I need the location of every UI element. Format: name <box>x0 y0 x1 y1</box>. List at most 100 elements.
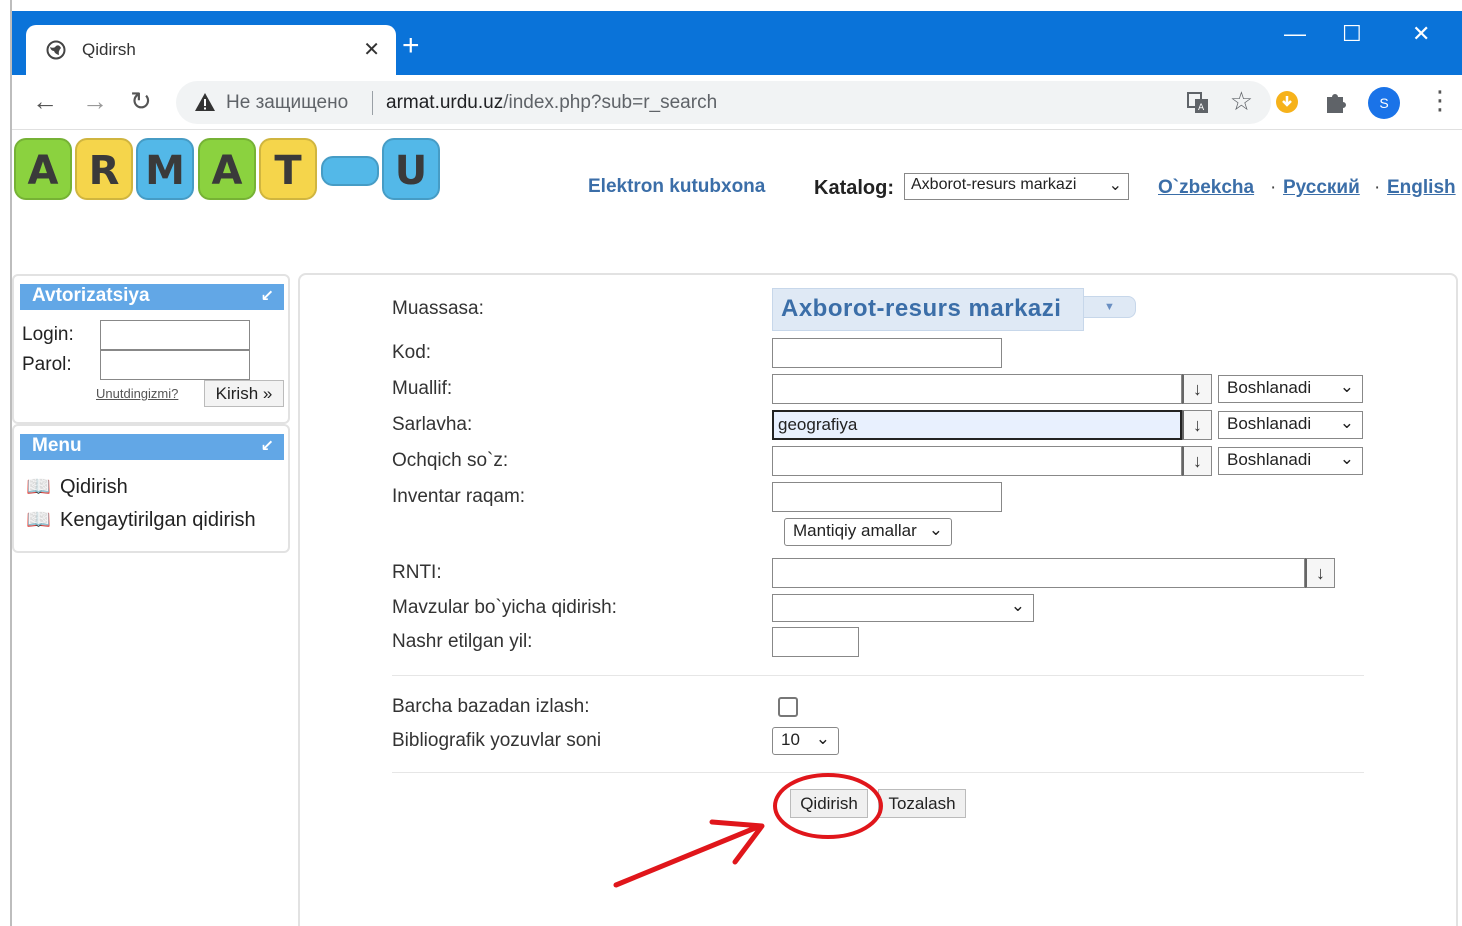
sarlavha-index-button[interactable]: ↓ <box>1182 410 1212 440</box>
chevron-down-icon: ⌄ <box>815 729 830 748</box>
login-input[interactable] <box>100 320 250 350</box>
logo-tile-u: U <box>382 138 440 200</box>
translate-icon[interactable]: A <box>1187 92 1209 114</box>
nashr-year-input[interactable] <box>772 627 859 657</box>
rnti-label: RNTI: <box>392 562 442 583</box>
browser-menu-icon[interactable]: ⋮ <box>1427 85 1453 116</box>
muallif-label: Muallif: <box>392 378 453 399</box>
collapse-icon[interactable]: ↙ <box>261 436 274 456</box>
browser-toolbar: ← → ↻ Не защищено armat.urdu.uz/index.ph… <box>12 75 1462 130</box>
clear-button[interactable]: Tozalash <box>878 789 966 818</box>
divider <box>392 675 1364 676</box>
address-bar[interactable]: Не защищено armat.urdu.uz/index.php?sub=… <box>176 81 1271 124</box>
mavzular-select[interactable]: ⌄ <box>772 594 1034 622</box>
window-left-edge <box>0 0 12 926</box>
browser-window: Qidirsh ✕ + — ☐ ✕ ← → ↻ Не защищено arma… <box>0 0 1462 926</box>
kod-input[interactable] <box>772 338 1002 368</box>
chevron-down-icon: ⌄ <box>1010 596 1025 615</box>
forgot-password-link[interactable]: Unutdingizmi? <box>96 386 178 401</box>
maximize-icon[interactable]: ☐ <box>1342 21 1362 47</box>
ochqich-mode-select[interactable]: Boshlanadi ⌄ <box>1218 447 1363 475</box>
globe-icon <box>46 40 66 60</box>
close-tab-icon[interactable]: ✕ <box>363 37 380 62</box>
insecure-label: Не защищено <box>226 92 349 113</box>
address-divider <box>372 91 373 115</box>
muassasa-dropdown-icon[interactable]: ▼ <box>1083 296 1136 318</box>
bookmark-star-icon[interactable]: ☆ <box>1230 86 1253 117</box>
lang-uzbek-link[interactable]: O`zbekcha <box>1158 177 1254 199</box>
ochqich-input[interactable] <box>772 446 1182 476</box>
search-button[interactable]: Qidirish <box>790 789 868 818</box>
logo-tile-m: M <box>136 138 194 200</box>
logo-tile-a2: A <box>198 138 256 200</box>
book-icon: 📖 <box>26 509 51 531</box>
profile-avatar[interactable]: S <box>1368 87 1400 119</box>
mantiqiy-amallar-value: Mantiqiy amallar <box>793 521 917 540</box>
katalog-label: Katalog: <box>814 177 894 199</box>
sarlavha-mode-value: Boshlanadi <box>1227 414 1312 433</box>
auth-panel-title: Avtorizatsiya ↙ <box>20 284 284 310</box>
logo-tile-r: R <box>75 138 133 200</box>
new-tab-button[interactable]: + <box>402 31 420 61</box>
bibliografik-select[interactable]: 10 ⌄ <box>772 727 839 755</box>
menu-item-qidirish[interactable]: 📖 Qidirish <box>26 474 128 499</box>
elektron-kutubxona-link[interactable]: Elektron kutubxona <box>588 176 765 198</box>
browser-tab[interactable]: Qidirsh ✕ <box>26 25 396 77</box>
extensions-puzzle-icon[interactable] <box>1324 89 1348 115</box>
muallif-input[interactable] <box>772 374 1182 404</box>
warning-icon <box>195 93 215 111</box>
svg-text:A: A <box>1198 103 1205 113</box>
url-text[interactable]: armat.urdu.uz/index.php?sub=r_search <box>386 92 717 114</box>
lang-english-link[interactable]: English <box>1387 177 1456 199</box>
lang-russian-link[interactable]: Русский <box>1283 177 1360 199</box>
close-window-icon[interactable]: ✕ <box>1412 21 1430 47</box>
ochqich-mode-value: Boshlanadi <box>1227 450 1312 469</box>
download-extension-icon[interactable] <box>1274 89 1300 115</box>
nashr-label: Nashr etilgan yil: <box>392 631 533 652</box>
lang-separator: · <box>1374 177 1381 198</box>
chevron-down-icon: ⌄ <box>1339 449 1354 468</box>
sarlavha-input[interactable]: geografiya <box>772 410 1182 440</box>
chevron-down-icon: ⌄ <box>1108 177 1122 194</box>
sarlavha-label: Sarlavha: <box>392 414 473 435</box>
lang-separator: · <box>1270 177 1277 198</box>
katalog-select-value: Axborot-resurs markazi <box>911 176 1077 193</box>
katalog-select[interactable]: Axborot-resurs markazi ⌄ <box>904 173 1129 200</box>
logo-tile-a: A <box>14 138 72 200</box>
barcha-checkbox[interactable] <box>778 697 798 717</box>
muassasa-label: Muassasa: <box>392 298 484 319</box>
password-input[interactable] <box>100 350 250 380</box>
logo-tile-t: T <box>259 138 317 200</box>
muassasa-select[interactable]: Axborot-resurs markazi <box>772 288 1084 331</box>
rnti-input[interactable] <box>772 558 1305 588</box>
muallif-mode-value: Boshlanadi <box>1227 378 1312 397</box>
bibliografik-label: Bibliografik yozuvlar soni <box>392 730 602 751</box>
mantiqiy-amallar-select[interactable]: Mantiqiy amallar ⌄ <box>784 518 952 546</box>
tab-title: Qidirsh <box>82 40 136 59</box>
auth-title-text: Avtorizatsiya <box>32 285 150 306</box>
inventar-label: Inventar raqam: <box>392 486 526 507</box>
menu-item-label: Qidirish <box>60 476 128 498</box>
chevron-down-icon: ⌄ <box>1339 377 1354 396</box>
logo-dash-tile <box>321 156 379 186</box>
rnti-index-button[interactable]: ↓ <box>1305 558 1335 588</box>
menu-item-label: Kengaytirilgan qidirish <box>60 509 256 531</box>
forward-icon[interactable]: → <box>82 86 108 116</box>
auth-panel: Avtorizatsiya ↙ Login: Parol: Unutdingiz… <box>12 274 290 424</box>
ochqich-index-button[interactable]: ↓ <box>1182 446 1212 476</box>
bibliografik-value: 10 <box>781 730 800 749</box>
muallif-index-button[interactable]: ↓ <box>1182 374 1212 404</box>
inventar-input[interactable] <box>772 482 1002 512</box>
login-button[interactable]: Kirish » <box>204 380 284 407</box>
muallif-mode-select[interactable]: Boshlanadi ⌄ <box>1218 375 1363 403</box>
menu-item-kengaytirilgan[interactable]: 📖 Kengaytirilgan qidirish <box>26 507 256 532</box>
barcha-label: Barcha bazadan izlash: <box>392 696 590 717</box>
sarlavha-mode-select[interactable]: Boshlanadi ⌄ <box>1218 411 1363 439</box>
url-host: armat.urdu.uz <box>386 92 504 113</box>
reload-icon[interactable]: ↻ <box>130 86 152 116</box>
minimize-icon[interactable]: — <box>1284 21 1306 47</box>
collapse-icon[interactable]: ↙ <box>261 286 274 306</box>
back-icon[interactable]: ← <box>32 86 58 116</box>
mavzular-label: Mavzular bo`yicha qidirish: <box>392 597 617 618</box>
divider <box>392 772 1364 773</box>
